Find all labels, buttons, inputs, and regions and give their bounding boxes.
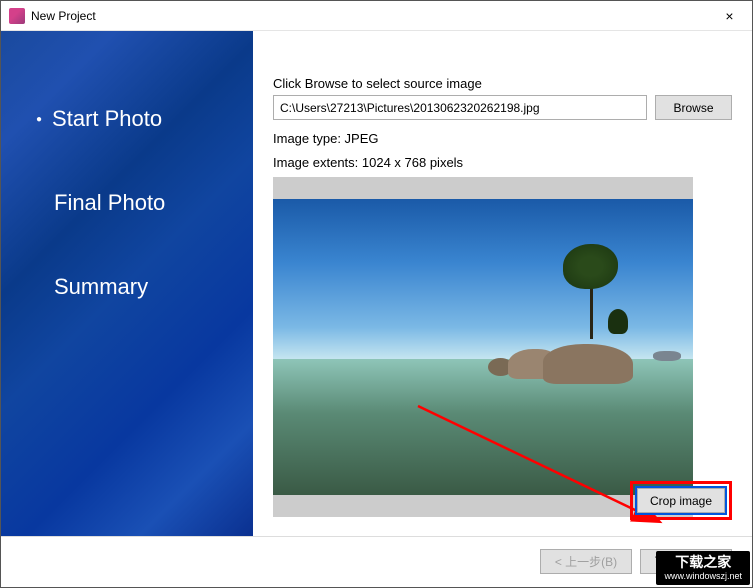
watermark: 下载之家 www.windowszj.net (656, 551, 750, 585)
image-extents-label: Image extents: 1024 x 768 pixels (273, 154, 732, 172)
browse-button[interactable]: Browse (655, 95, 732, 120)
image-preview-container (273, 177, 693, 517)
preview-letterbox-top (273, 177, 693, 199)
app-icon (9, 8, 25, 24)
watermark-text: 下载之家 (675, 554, 731, 570)
sidebar-item-label: Summary (54, 274, 148, 300)
sidebar-item-label: Final Photo (54, 190, 165, 216)
watermark-url: www.windowszj.net (664, 571, 742, 582)
window-title: New Project (31, 9, 96, 23)
content-area: Start Photo Final Photo Summary Click Br… (1, 31, 752, 536)
crop-image-button[interactable]: Crop image (637, 488, 725, 513)
sidebar-item-start-photo[interactable]: Start Photo (36, 106, 253, 132)
sidebar-item-final-photo[interactable]: Final Photo (36, 190, 253, 216)
crop-button-highlight: Crop image (630, 481, 732, 520)
footer: < 上一步(B) 下一步(N) > (1, 536, 752, 586)
image-type-label: Image type: JPEG (273, 130, 732, 148)
image-preview[interactable] (273, 199, 693, 495)
close-button[interactable]: × (707, 1, 752, 31)
file-selector-row: Browse (273, 95, 732, 120)
sidebar-item-summary[interactable]: Summary (36, 274, 253, 300)
instruction-label: Click Browse to select source image (273, 76, 732, 91)
file-path-input[interactable] (273, 95, 647, 120)
sidebar-item-label: Start Photo (52, 106, 162, 132)
close-icon: × (725, 8, 733, 24)
main-panel: Click Browse to select source image Brow… (253, 31, 752, 536)
back-button: < 上一步(B) (540, 549, 632, 574)
titlebar: New Project × (1, 1, 752, 31)
sidebar: Start Photo Final Photo Summary (1, 31, 253, 536)
